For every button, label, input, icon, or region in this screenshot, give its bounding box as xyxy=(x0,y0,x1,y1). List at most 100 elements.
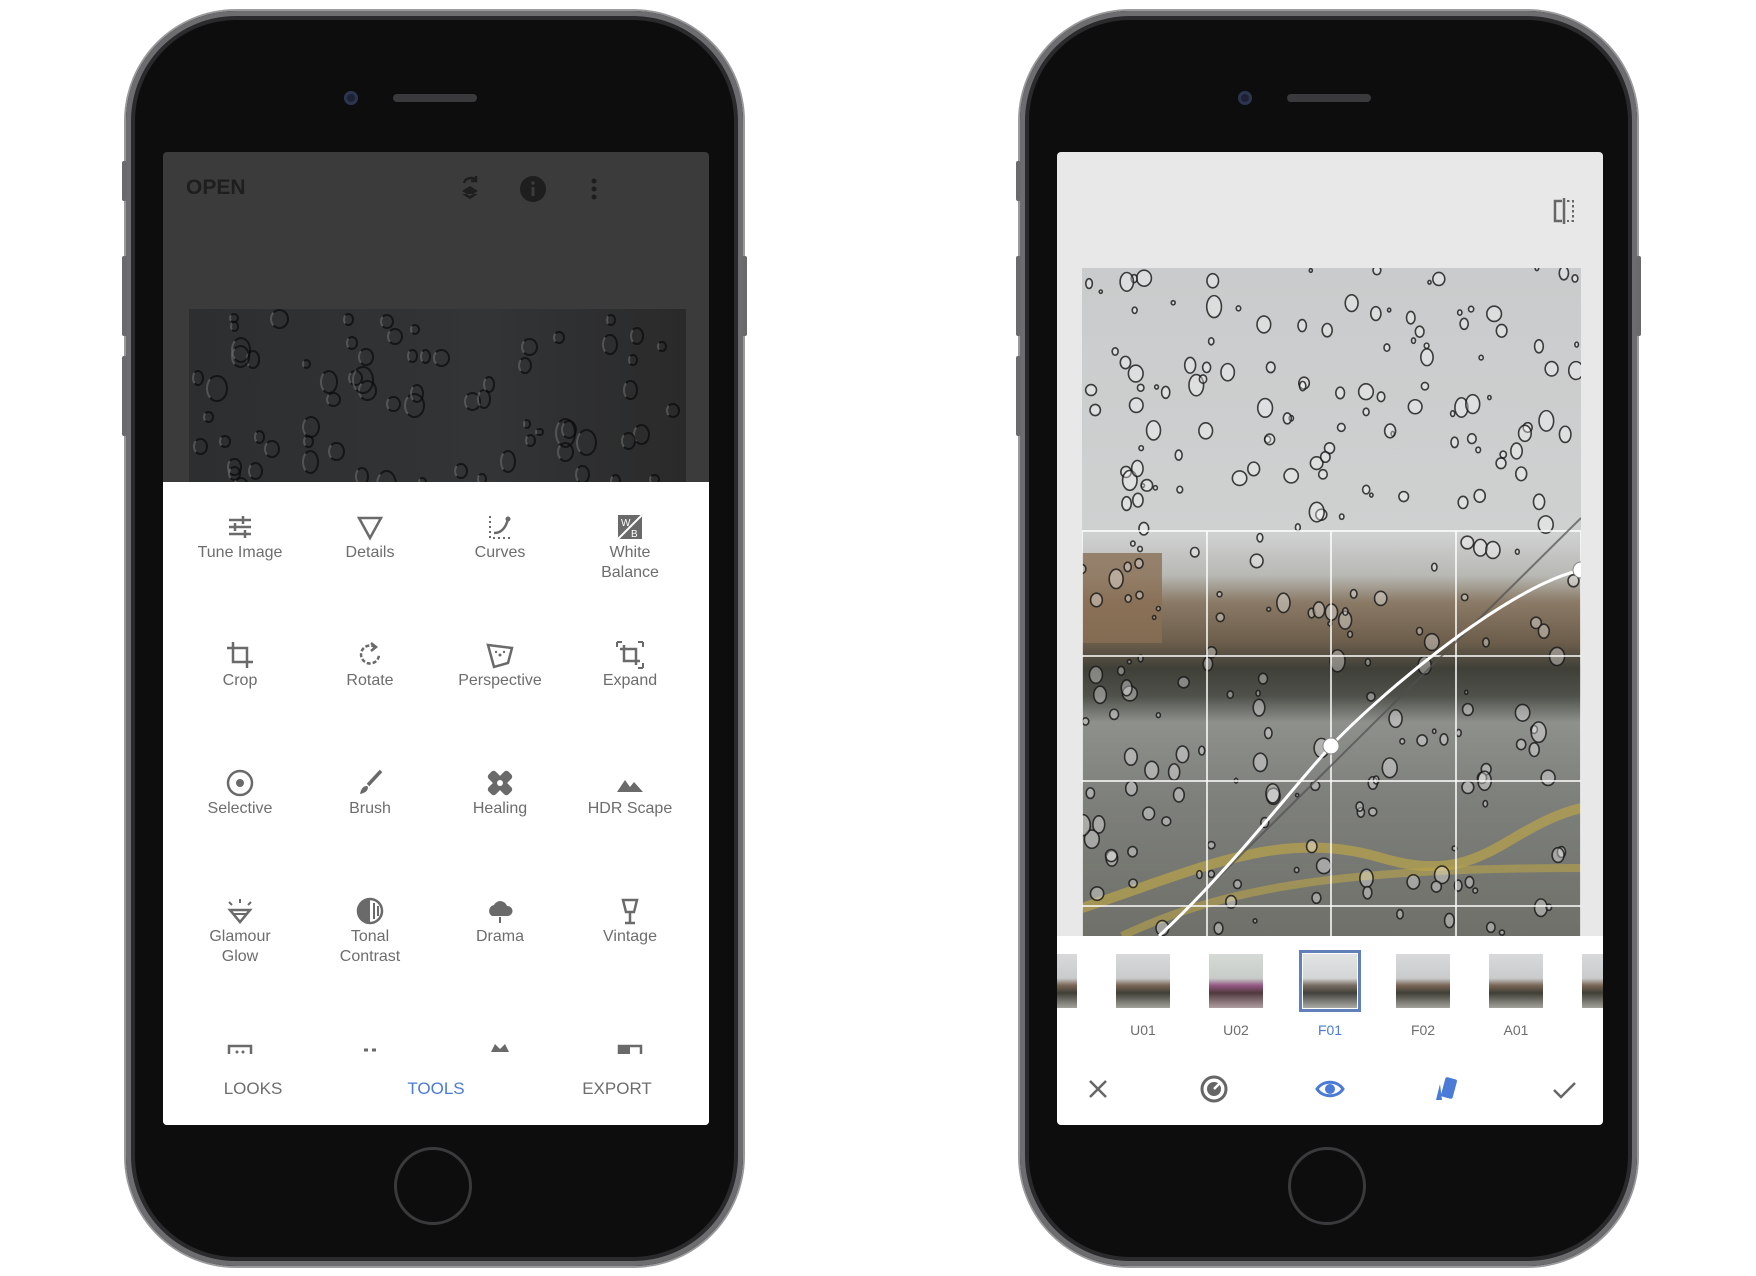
raindrop xyxy=(354,467,369,482)
tool-tonal-contrast[interactable]: Tonal Contrast xyxy=(305,878,435,1006)
raindrop xyxy=(1116,665,1126,676)
raindrop xyxy=(1127,364,1144,383)
tool-curves[interactable]: Curves xyxy=(435,494,565,622)
tool-glamour-glow[interactable]: Glamour Glow xyxy=(175,878,305,1006)
tool-vintage[interactable]: Vintage xyxy=(565,878,695,1006)
filter-thumbnail-u02[interactable] xyxy=(1209,954,1263,1008)
raindrop xyxy=(1153,384,1160,390)
tool-perspective[interactable]: Perspective xyxy=(435,622,565,750)
earpiece xyxy=(1287,94,1371,102)
bottom-tabs: LOOKS TOOLS EXPORT xyxy=(163,1055,709,1125)
raindrop xyxy=(1220,362,1236,382)
raindrop xyxy=(1152,484,1159,491)
tool-tune-image[interactable]: Tune Image xyxy=(175,494,305,622)
raindrop xyxy=(1160,385,1171,400)
raindrop xyxy=(1532,493,1546,511)
filter-thumbnail-f02[interactable] xyxy=(1396,954,1450,1008)
tool-retrolux[interactable] xyxy=(305,1006,435,1055)
eye-icon[interactable] xyxy=(1315,1074,1345,1104)
compare-icon[interactable] xyxy=(1549,196,1579,226)
white-balance-icon: WB xyxy=(617,514,643,540)
raindrop xyxy=(1140,478,1154,492)
raindrop xyxy=(229,320,239,333)
raindrop xyxy=(1176,485,1184,494)
filter-thumbnail-a[interactable] xyxy=(1582,954,1603,1008)
raindrop xyxy=(1247,461,1261,477)
tool-crop[interactable]: Crop xyxy=(175,622,305,750)
tool-black-white[interactable] xyxy=(565,1006,695,1055)
raindrop xyxy=(409,383,424,403)
tool-white-balance[interactable]: W B White Balance xyxy=(565,494,695,622)
raindrop xyxy=(1216,590,1223,598)
raindrop xyxy=(1161,816,1172,827)
tool-healing[interactable]: Healing xyxy=(435,750,565,878)
info-icon[interactable] xyxy=(518,174,548,204)
tool-drama[interactable]: Drama xyxy=(435,878,565,1006)
raindrop xyxy=(1420,348,1434,367)
raindrop xyxy=(1406,874,1421,890)
raindrop xyxy=(1085,277,1094,290)
tool-details[interactable]: Details xyxy=(305,494,435,622)
tool-selective[interactable]: Selective xyxy=(175,750,305,878)
raindrop xyxy=(1317,468,1329,480)
raindrop xyxy=(556,442,574,463)
raindrop xyxy=(1341,606,1349,617)
tool-label: White Balance xyxy=(601,544,659,581)
curves-overlay[interactable] xyxy=(1082,268,1581,936)
raindrop xyxy=(1308,268,1314,274)
raindrop xyxy=(1473,488,1487,504)
raindrop xyxy=(1414,325,1425,338)
auto-adjust-icon[interactable] xyxy=(1199,1074,1229,1104)
raindrop xyxy=(409,324,420,336)
raindrop xyxy=(1293,866,1300,874)
curves-icon xyxy=(489,516,512,539)
layers-swap-icon[interactable] xyxy=(455,174,485,204)
raindrop xyxy=(1533,339,1545,354)
raindrop xyxy=(520,337,538,357)
raindrop xyxy=(522,418,532,429)
tool-grunge[interactable] xyxy=(435,1006,565,1055)
raindrop xyxy=(301,415,320,439)
raindrop xyxy=(1128,397,1144,414)
home-button xyxy=(394,1147,472,1225)
raindrop xyxy=(1485,540,1501,560)
close-icon[interactable] xyxy=(1083,1074,1113,1104)
raindrop xyxy=(1206,272,1220,289)
tool-hdr-scape[interactable]: HDR Scape xyxy=(565,750,695,878)
more-vert-icon[interactable] xyxy=(579,174,609,204)
filter-thumbnail-2[interactable] xyxy=(1057,954,1077,1008)
triangle-down-icon xyxy=(356,516,384,541)
raindrop xyxy=(1534,268,1540,272)
home-button xyxy=(1288,1147,1366,1225)
bottom-action-bar xyxy=(1057,1052,1603,1125)
tool-rotate[interactable]: Rotate xyxy=(305,622,435,750)
check-icon[interactable] xyxy=(1549,1074,1579,1104)
raindrop xyxy=(1463,689,1469,696)
filter-thumbnail-u01[interactable] xyxy=(1116,954,1170,1008)
tab-export[interactable]: EXPORT xyxy=(547,1055,687,1125)
raindrop xyxy=(1355,801,1365,813)
raindrop xyxy=(1321,322,1333,338)
styles-icon[interactable] xyxy=(1431,1074,1461,1104)
filter-thumbnail-f01[interactable] xyxy=(1299,950,1361,1012)
raindrop xyxy=(1138,444,1145,452)
filter-label: U01 xyxy=(1130,1022,1156,1038)
open-button[interactable]: OPEN xyxy=(186,176,246,200)
raindrop xyxy=(1346,630,1354,639)
tool-grainy-film[interactable] xyxy=(175,1006,305,1055)
raindrop xyxy=(301,450,319,475)
dimmed-header: OPEN xyxy=(163,152,709,482)
raindrop xyxy=(1123,561,1133,573)
raindrop xyxy=(1249,553,1264,569)
tab-looks[interactable]: LOOKS xyxy=(183,1055,323,1125)
raindrop xyxy=(1362,885,1373,900)
raindrop xyxy=(1372,268,1382,276)
tool-brush[interactable]: Brush xyxy=(305,750,435,878)
raindrop xyxy=(1431,728,1437,735)
filter-thumbnail-a01[interactable] xyxy=(1489,954,1543,1008)
tool-expand[interactable]: Expand xyxy=(565,622,695,750)
rotate-icon xyxy=(359,642,381,665)
raindrop xyxy=(482,376,495,393)
raindrop xyxy=(602,333,618,355)
tab-tools[interactable]: TOOLS xyxy=(366,1055,506,1125)
